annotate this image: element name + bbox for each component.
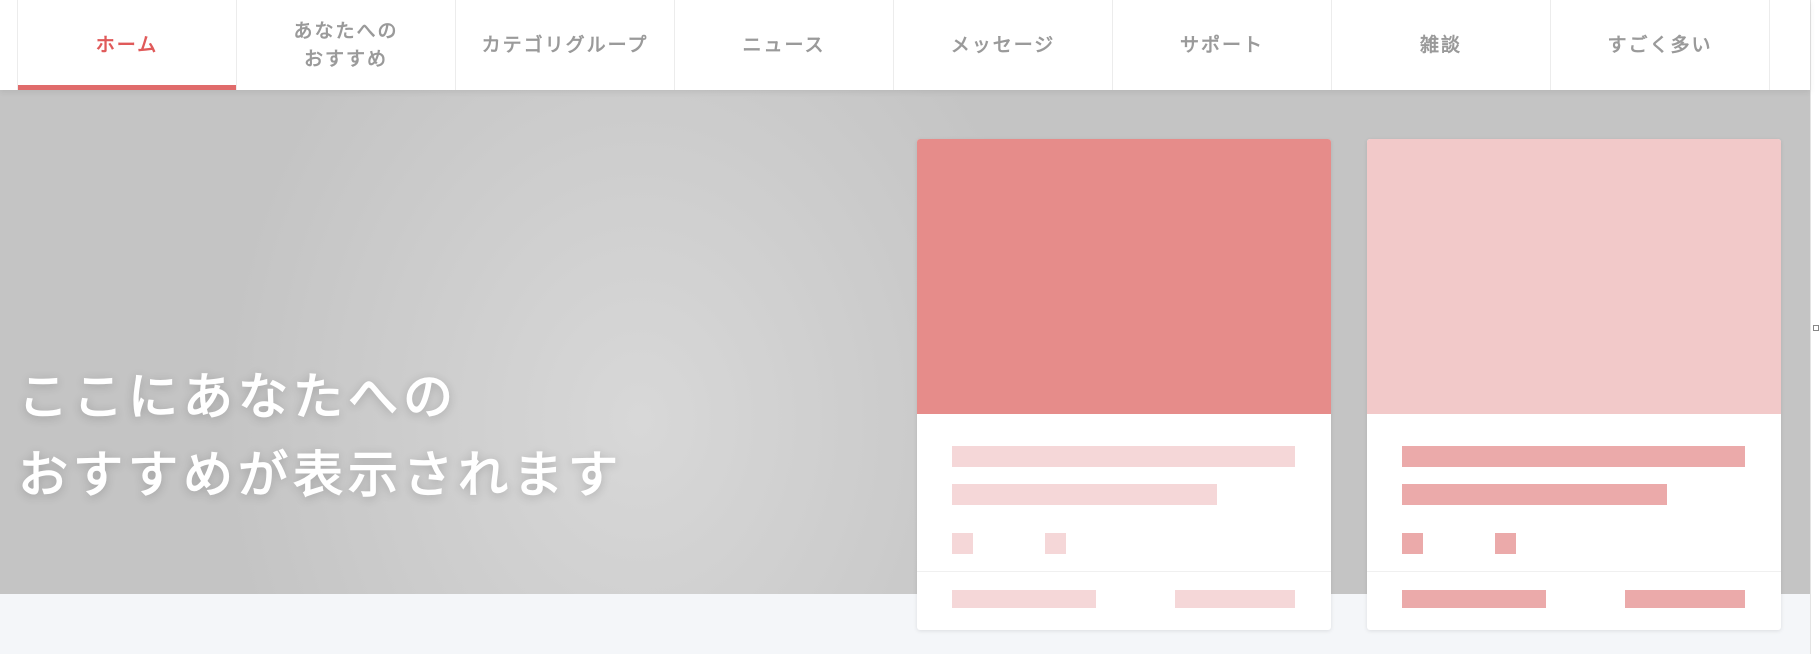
card-footer-placeholder <box>952 590 1096 608</box>
card-image-placeholder <box>1367 139 1781 414</box>
card-footer-placeholder <box>1402 590 1546 608</box>
card-tag-placeholder <box>952 533 973 554</box>
card-title-placeholder <box>952 446 1295 467</box>
tab-label: サポート <box>1179 34 1264 56</box>
card-tag-placeholder <box>1402 533 1423 554</box>
tab-label: カテゴリグループ <box>481 34 649 56</box>
tab-news[interactable]: ニュース <box>675 0 894 90</box>
tab-category-group[interactable]: カテゴリグループ <box>456 0 675 90</box>
tab-very-many[interactable]: すごく多い <box>1551 0 1770 90</box>
tab-label: すごく多い <box>1607 34 1713 56</box>
card-subtitle-placeholder <box>1402 484 1667 505</box>
scrollbar-handle[interactable] <box>1813 325 1819 331</box>
tab-label: メッセージ <box>950 34 1056 56</box>
card-title-placeholder <box>1402 446 1745 467</box>
tab-recommended[interactable]: あなたへの おすすめ <box>237 0 456 90</box>
card-tag-placeholder <box>1495 533 1516 554</box>
nav-tab-list: ホーム あなたへの おすすめ カテゴリグループ ニュース メッセージ サポート … <box>17 0 1770 90</box>
tab-chat[interactable]: 雑談 <box>1332 0 1551 90</box>
card-divider <box>917 571 1331 572</box>
tab-support[interactable]: サポート <box>1113 0 1332 90</box>
tab-messages[interactable]: メッセージ <box>894 0 1113 90</box>
tab-label: ニュース <box>742 34 826 56</box>
tab-label: ホーム <box>95 34 159 56</box>
tab-home[interactable]: ホーム <box>18 0 237 90</box>
top-nav: ホーム あなたへの おすすめ カテゴリグループ ニュース メッセージ サポート … <box>0 0 1810 90</box>
page-frame: ホーム あなたへの おすすめ カテゴリグループ ニュース メッセージ サポート … <box>0 0 1810 654</box>
hero-title: ここにあなたへの おすすめが表示されます <box>18 368 623 504</box>
card-subtitle-placeholder <box>952 484 1217 505</box>
card-image-placeholder <box>917 139 1331 414</box>
card-divider <box>1367 571 1781 572</box>
recommendation-card[interactable] <box>1367 139 1781 630</box>
card-footer-placeholder <box>1175 590 1295 608</box>
card-tag-placeholder <box>1045 533 1066 554</box>
tab-label: 雑談 <box>1419 34 1462 56</box>
tab-label: あなたへの おすすめ <box>293 20 399 70</box>
card-footer-placeholder <box>1625 590 1745 608</box>
recommendation-card[interactable] <box>917 139 1331 630</box>
